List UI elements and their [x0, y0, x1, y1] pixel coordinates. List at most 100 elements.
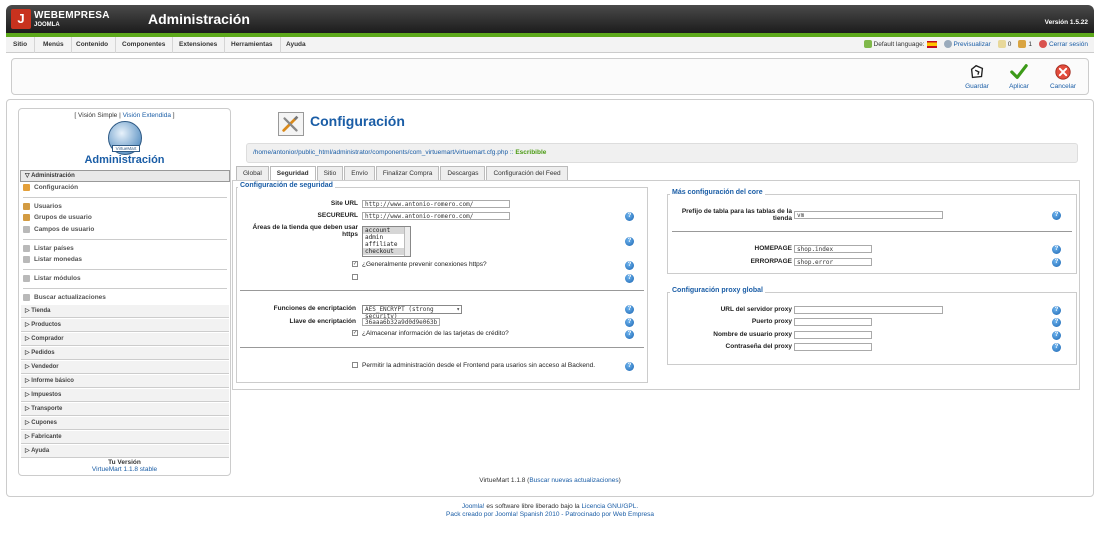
- help-icon[interactable]: ?: [625, 274, 634, 283]
- section-divider: [240, 347, 644, 348]
- https-areas-listbox[interactable]: account admin affiliate checkout: [362, 226, 411, 257]
- sidebar-title: Administración: [84, 154, 165, 166]
- encryption-functions-select[interactable]: AES_ENCRYPT (strong security) ▾: [362, 305, 462, 320]
- proxy-password-input[interactable]: [794, 343, 872, 351]
- help-icon[interactable]: ?: [1052, 258, 1061, 267]
- help-icon[interactable]: ?: [625, 212, 634, 221]
- help-icon[interactable]: ?: [1052, 331, 1061, 340]
- sidebar-item-usuarios[interactable]: Usuarios: [23, 203, 62, 210]
- store-cards-checkbox[interactable]: ✓: [352, 330, 358, 336]
- proxy-server-input[interactable]: [794, 306, 943, 314]
- page-title: Configuración: [310, 113, 405, 129]
- sidebar-section-fabricante[interactable]: ▷ Fabricante: [21, 431, 229, 444]
- sidebar-item-configuracion[interactable]: Configuración: [23, 184, 78, 191]
- language-icon: [863, 40, 872, 49]
- preview-link[interactable]: Previsualizar: [943, 37, 991, 53]
- pack-credits-link[interactable]: Pack creado por Joomla! Spanish 2010 - P…: [0, 511, 1100, 518]
- homepage-input[interactable]: [794, 245, 872, 253]
- sidebar-section-administracion[interactable]: ▽ Administración: [20, 170, 230, 182]
- logout-link[interactable]: Cerrar sesión: [1038, 37, 1088, 53]
- tab-finalizar-compra[interactable]: Finalizar Compra: [375, 166, 440, 180]
- help-icon[interactable]: ?: [1052, 318, 1061, 327]
- unlabeled-checkbox[interactable]: [352, 274, 358, 280]
- help-icon[interactable]: ?: [1052, 211, 1061, 220]
- sidebar-section-pedidos[interactable]: ▷ Pedidos: [21, 347, 229, 360]
- header-title: Administración: [148, 11, 250, 27]
- sidebar-item-modulos[interactable]: Listar módulos: [23, 275, 81, 282]
- sidebar-item-label: Listar módulos: [34, 275, 81, 283]
- save-label: Guardar: [965, 83, 989, 90]
- save-button[interactable]: Guardar: [959, 63, 995, 90]
- help-icon[interactable]: ?: [625, 362, 634, 371]
- help-icon[interactable]: ?: [625, 330, 634, 339]
- simple-view-link[interactable]: [ Visión Simple: [74, 112, 117, 119]
- view-switcher: [ Visión Simple | Visión Extendida ]: [19, 112, 230, 119]
- tab-feed[interactable]: Configuración del Feed: [486, 166, 568, 180]
- version-info-link[interactable]: VirtueMart 1.1.8 stable: [19, 466, 230, 473]
- tab-seguridad[interactable]: Seguridad: [269, 166, 316, 180]
- tab-envio[interactable]: Envío: [344, 166, 375, 180]
- sidebar-section-comprador[interactable]: ▷ Comprador: [21, 333, 229, 346]
- extended-view-link[interactable]: Visión Extendida: [123, 112, 171, 119]
- listbox-option[interactable]: affiliate: [363, 241, 410, 248]
- sidebar-section-impuestos[interactable]: ▷ Impuestos: [21, 389, 229, 402]
- joomla-link[interactable]: Joomla!: [462, 503, 485, 510]
- sidebar-item-label: Buscar actualizaciones: [34, 294, 106, 302]
- menu-extensiones[interactable]: Extensiones: [172, 37, 226, 53]
- prevent-https-checkbox[interactable]: ✓: [352, 261, 358, 267]
- messages-indicator[interactable]: 0: [997, 37, 1011, 53]
- help-icon[interactable]: ?: [1052, 306, 1061, 315]
- help-icon[interactable]: ?: [1052, 245, 1061, 254]
- secure-url-input[interactable]: [362, 212, 510, 220]
- cancel-button[interactable]: Cancelar: [1045, 63, 1081, 90]
- sidebar-item-grupos[interactable]: Grupos de usuario: [23, 214, 92, 221]
- help-icon[interactable]: ?: [625, 261, 634, 270]
- help-icon[interactable]: ?: [625, 237, 634, 246]
- sidebar-item-actualizaciones[interactable]: Buscar actualizaciones: [23, 294, 106, 301]
- frontend-admin-label: Permitir la administración desde el Fron…: [362, 362, 596, 369]
- sidebar-section-productos[interactable]: ▷ Productos: [21, 319, 229, 332]
- sidebar-section-informe[interactable]: ▷ Informe básico: [21, 375, 229, 388]
- listbox-scrollbar[interactable]: [404, 227, 410, 256]
- sidebar-section-label: Comprador: [31, 336, 64, 342]
- tab-global[interactable]: Global: [236, 166, 269, 180]
- apply-button[interactable]: Aplicar: [1001, 63, 1037, 90]
- sidebar-item-monedas[interactable]: Listar monedas: [23, 256, 82, 263]
- check-updates-link[interactable]: Buscar nuevas actualizaciones: [529, 477, 618, 484]
- users-indicator[interactable]: 1: [1018, 37, 1032, 53]
- menu-contenido[interactable]: Contenido: [69, 37, 117, 53]
- sidebar-section-label: Cupones: [31, 420, 57, 426]
- save-icon: [970, 64, 984, 79]
- menu-componentes[interactable]: Componentes: [115, 37, 174, 53]
- proxy-user-input[interactable]: [794, 331, 872, 339]
- sidebar-section-label: Productos: [31, 322, 61, 328]
- help-icon[interactable]: ?: [625, 305, 634, 314]
- proxy-port-input[interactable]: [794, 318, 872, 326]
- prevent-https-label: ¿Generalmente prevenir conexiones https?: [362, 261, 487, 268]
- help-icon[interactable]: ?: [625, 318, 634, 327]
- sidebar-item-paises[interactable]: Listar países: [23, 245, 74, 252]
- help-icon[interactable]: ?: [1052, 343, 1061, 352]
- menu-ayuda[interactable]: Ayuda: [279, 37, 313, 53]
- site-url-input[interactable]: [362, 200, 510, 208]
- license-link[interactable]: Licencia GNU/GPL.: [581, 503, 638, 510]
- menu-menus[interactable]: Menús: [36, 37, 72, 53]
- tab-sitio[interactable]: Sitio: [316, 166, 344, 180]
- sidebar-section-tienda[interactable]: ▷ Tienda: [21, 305, 229, 318]
- frontend-admin-checkbox[interactable]: [352, 362, 358, 368]
- errorpage-input[interactable]: [794, 258, 872, 266]
- listbox-option[interactable]: checkout: [363, 248, 410, 255]
- sidebar-section-vendedor[interactable]: ▷ Vendedor: [21, 361, 229, 374]
- tab-descargas[interactable]: Descargas: [440, 166, 486, 180]
- sidebar-section-transporte[interactable]: ▷ Transporte: [21, 403, 229, 416]
- sidebar-section-cupones[interactable]: ▷ Cupones: [21, 417, 229, 430]
- sidebar-section-ayuda[interactable]: ▷ Ayuda: [21, 445, 229, 458]
- encryption-key-input[interactable]: [362, 318, 440, 326]
- sidebar-item-campos[interactable]: Campos de usuario: [23, 226, 94, 233]
- listbox-option[interactable]: account: [363, 227, 410, 234]
- menu-herramientas[interactable]: Herramientas: [224, 37, 281, 53]
- table-prefix-input[interactable]: [794, 211, 943, 219]
- menu-sitio[interactable]: Sitio: [6, 37, 36, 53]
- proxy-password-label: Contraseña del proxy: [725, 343, 792, 350]
- listbox-option[interactable]: admin: [363, 234, 410, 241]
